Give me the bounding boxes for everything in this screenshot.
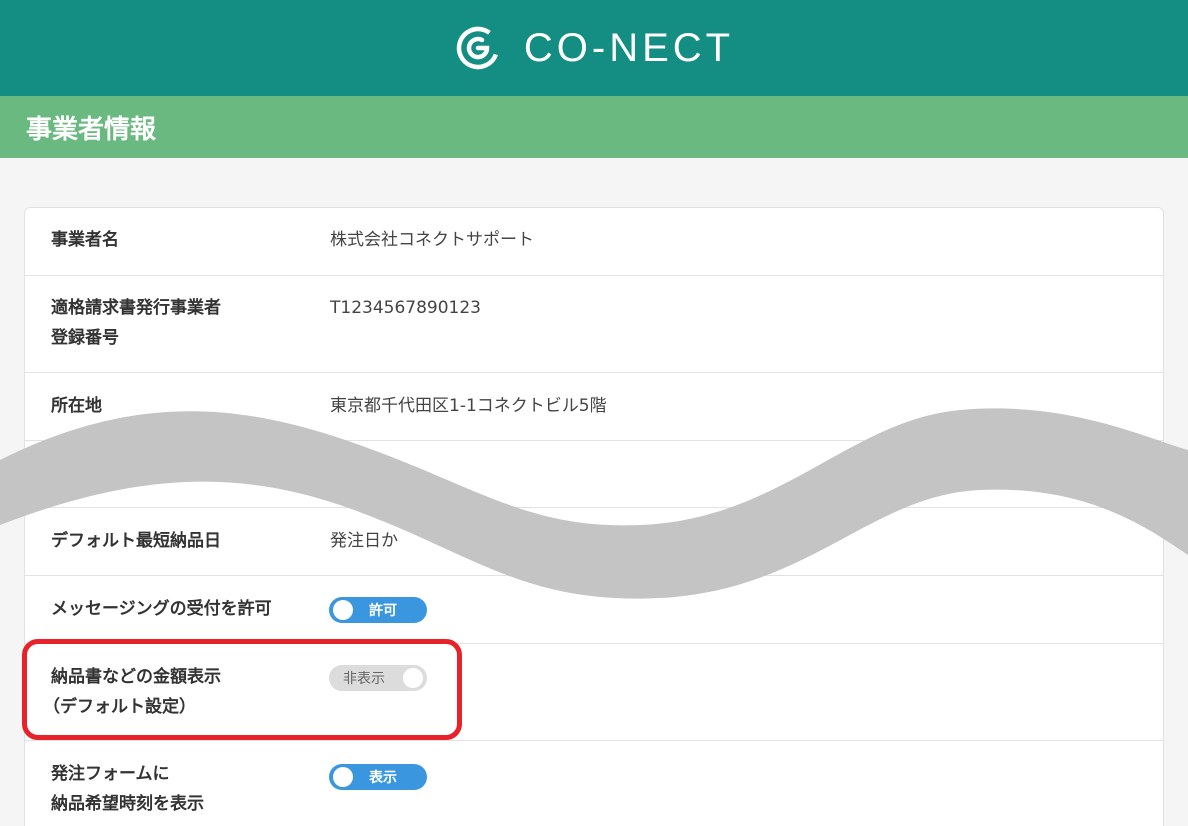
- row-default-delivery: デフォルト最短納品日 発注日か: [25, 508, 1163, 576]
- row-messaging: メッセージングの受付を許可 許可: [25, 576, 1163, 644]
- toggle-label: 非表示: [343, 671, 385, 687]
- row-label: デフォルト最短納品日: [51, 531, 221, 551]
- row-hidden: [25, 441, 1163, 508]
- row-label: 事業者名: [51, 230, 119, 250]
- messaging-toggle[interactable]: 許可: [329, 597, 427, 623]
- logo-text: CO-NECT: [523, 25, 735, 70]
- row-delivery-time: 発注フォームに 納品希望時刻を表示 表示: [25, 741, 1163, 826]
- page-title: 事業者情報: [26, 114, 157, 145]
- conect-logo-icon: [456, 26, 500, 70]
- row-business-name: 事業者名 株式会社コネクトサポート: [25, 208, 1163, 276]
- row-label: （デフォルト設定）: [43, 697, 196, 717]
- toggle-knob: [403, 668, 423, 688]
- toggle-label: 許可: [369, 603, 397, 619]
- row-label: メッセージングの受付を許可: [51, 599, 272, 619]
- toggle-label: 表示: [369, 770, 397, 786]
- row-value: 発注日か: [330, 531, 398, 551]
- row-label: 適格請求書発行事業者: [51, 298, 221, 318]
- row-invoice-number: 適格請求書発行事業者 登録番号 T1234567890123: [25, 276, 1163, 373]
- row-label: 登録番号: [51, 328, 119, 348]
- toggle-knob: [333, 600, 353, 620]
- section-header: 事業者情報: [0, 96, 1188, 158]
- row-label: 納品希望時刻を表示: [51, 794, 204, 814]
- business-info-card: 事業者名 株式会社コネクトサポート 適格請求書発行事業者 登録番号 T12345…: [24, 207, 1164, 826]
- row-address: 所在地 東京都千代田区1-1コネクトビル5階: [25, 373, 1163, 441]
- row-label: 発注フォームに: [51, 764, 170, 784]
- toggle-knob: [333, 767, 353, 787]
- amount-display-toggle[interactable]: 非表示: [329, 665, 427, 691]
- row-value: 東京都千代田区1-1コネクトビル5階: [330, 396, 607, 416]
- delivery-time-toggle[interactable]: 表示: [329, 764, 427, 790]
- row-label: 納品書などの金額表示: [51, 667, 221, 687]
- row-value: T1234567890123: [330, 298, 481, 318]
- app-header: CO-NECT: [0, 0, 1188, 96]
- row-value: 株式会社コネクトサポート: [330, 230, 534, 250]
- row-label: 所在地: [51, 396, 102, 416]
- row-amount-display: 納品書などの金額表示 （デフォルト設定） 非表示: [25, 644, 1163, 741]
